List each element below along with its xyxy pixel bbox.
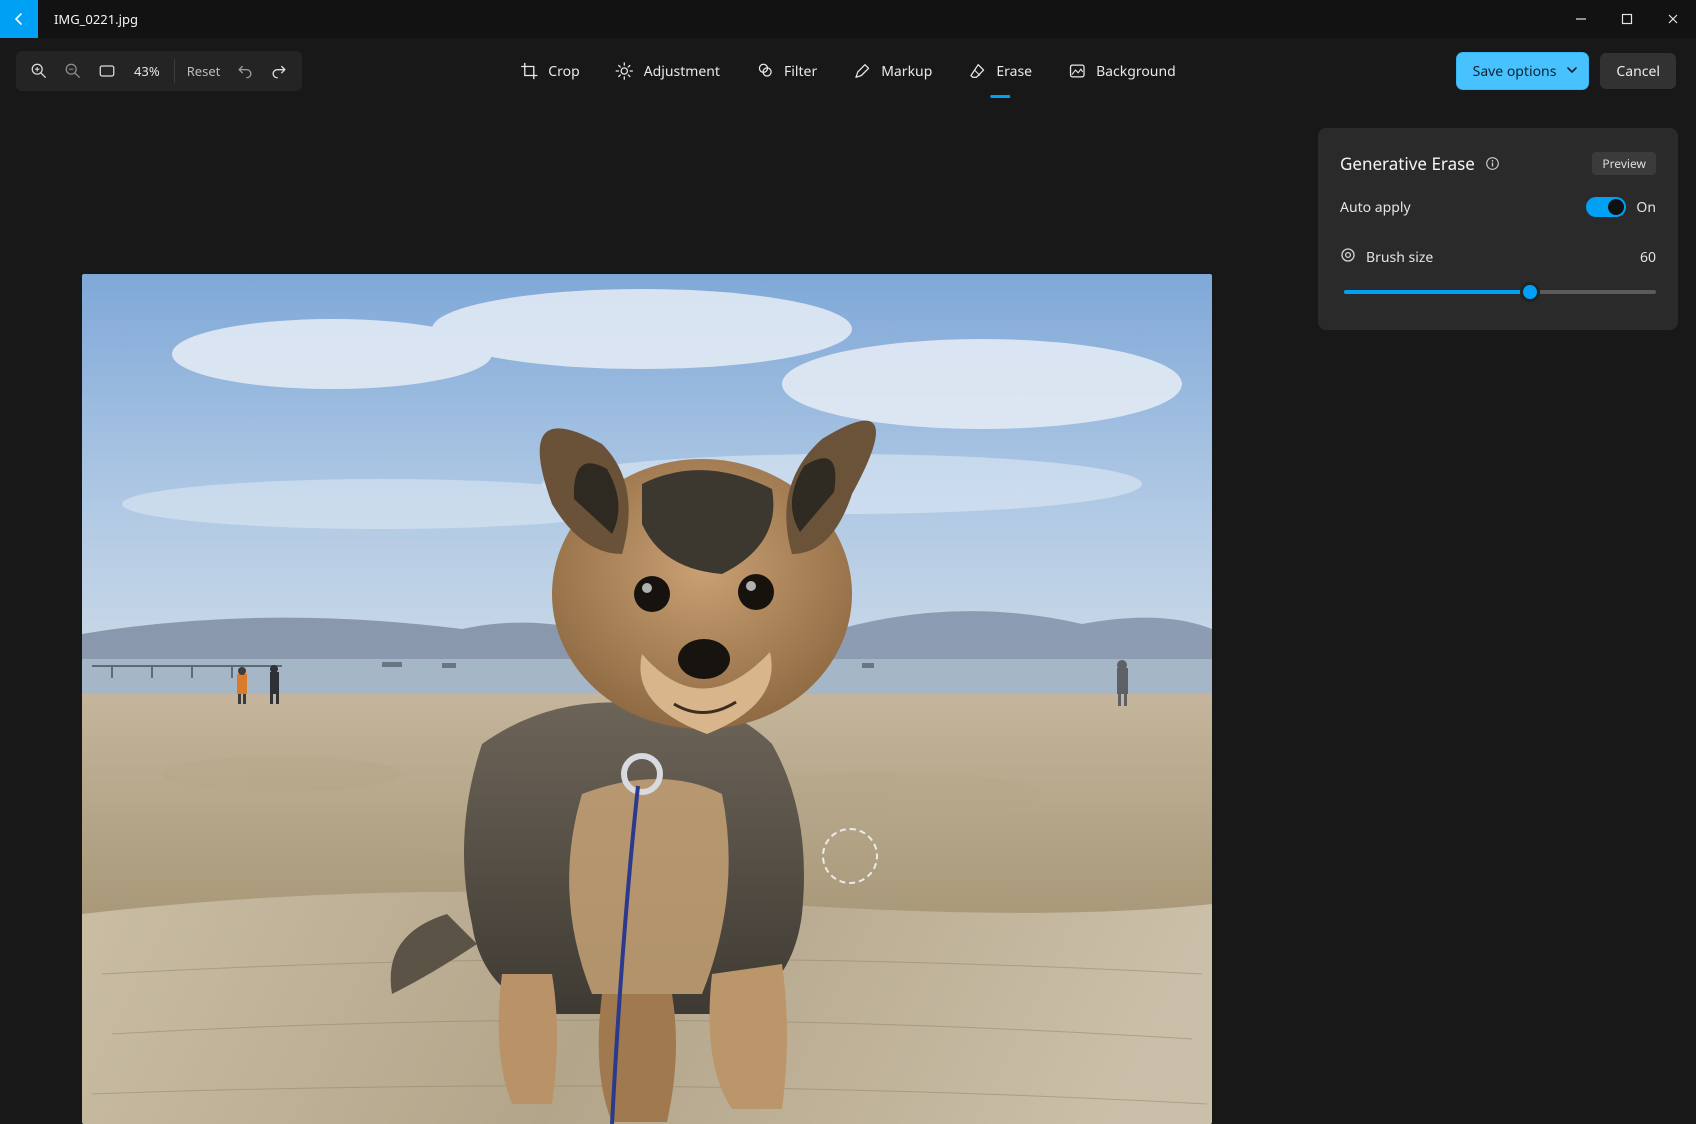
save-options-button[interactable]: Save options xyxy=(1457,53,1589,89)
auto-apply-toggle[interactable] xyxy=(1586,197,1626,217)
titlebar: IMG_0221.jpg xyxy=(0,0,1696,38)
auto-apply-state: On xyxy=(1636,198,1656,217)
toolbar-right: Save options Cancel xyxy=(1457,53,1676,89)
maximize-icon xyxy=(1621,13,1633,25)
close-icon xyxy=(1667,13,1679,25)
tab-filter[interactable]: Filter xyxy=(756,52,817,90)
slider-thumb[interactable] xyxy=(1523,285,1537,299)
window-controls xyxy=(1558,0,1696,38)
auto-apply-row: Auto apply On xyxy=(1340,197,1656,217)
canvas-area[interactable] xyxy=(82,274,1212,1124)
reset-button[interactable]: Reset xyxy=(179,54,229,88)
tab-adjustment[interactable]: Adjustment xyxy=(616,52,720,90)
brush-size-slider-row xyxy=(1340,282,1656,302)
tab-background[interactable]: Background xyxy=(1068,52,1176,90)
markup-icon xyxy=(853,62,871,80)
background-icon xyxy=(1068,62,1086,80)
fit-to-window-button[interactable] xyxy=(90,54,124,88)
tab-label: Filter xyxy=(784,62,817,81)
adjustment-icon xyxy=(616,62,634,80)
brush-size-label: Brush size xyxy=(1366,248,1433,267)
zoom-in-button[interactable] xyxy=(22,54,56,88)
tab-label: Crop xyxy=(548,62,579,81)
back-button[interactable] xyxy=(0,0,38,38)
zoom-out-button[interactable] xyxy=(56,54,90,88)
tab-label: Background xyxy=(1096,62,1176,81)
zoom-in-icon xyxy=(30,62,48,80)
tab-crop[interactable]: Crop xyxy=(520,52,579,90)
filter-icon xyxy=(756,62,774,80)
close-button[interactable] xyxy=(1650,0,1696,38)
arrow-left-icon xyxy=(11,11,27,27)
brush-size-slider[interactable] xyxy=(1344,282,1656,302)
undo-button[interactable] xyxy=(228,54,262,88)
auto-apply-label: Auto apply xyxy=(1340,198,1411,217)
info-icon[interactable] xyxy=(1485,156,1501,172)
undo-icon xyxy=(236,62,254,80)
panel-header: Generative Erase Preview xyxy=(1340,152,1656,175)
generative-erase-panel: Generative Erase Preview Auto apply On xyxy=(1318,128,1678,330)
minimize-icon xyxy=(1575,13,1587,25)
brush-size-icon xyxy=(1340,247,1356,268)
redo-icon xyxy=(270,62,288,80)
slider-fill xyxy=(1344,290,1530,294)
tab-label: Markup xyxy=(881,62,932,81)
chevron-down-icon xyxy=(1566,62,1578,81)
image-canvas[interactable] xyxy=(82,274,1212,1124)
edit-tool-tabs: Crop Adjustment xyxy=(520,52,1175,90)
side-panel: Generative Erase Preview Auto apply On xyxy=(1318,128,1678,1069)
erase-icon xyxy=(968,62,986,80)
zoom-out-icon xyxy=(64,62,82,80)
brush-size-value: 60 xyxy=(1640,248,1656,267)
zoom-controls: 43% Reset xyxy=(16,51,302,91)
minimize-button[interactable] xyxy=(1558,0,1604,38)
toolbar: 43% Reset Crop xyxy=(0,38,1696,104)
redo-button[interactable] xyxy=(262,54,296,88)
tab-label: Erase xyxy=(996,62,1032,81)
cancel-button[interactable]: Cancel xyxy=(1600,53,1676,89)
crop-icon xyxy=(520,62,538,80)
auto-apply-control: On xyxy=(1586,197,1656,217)
tab-erase[interactable]: Erase xyxy=(968,52,1032,90)
preview-badge: Preview xyxy=(1592,152,1656,175)
workspace: Generative Erase Preview Auto apply On xyxy=(0,104,1696,1069)
tab-label: Adjustment xyxy=(644,62,720,81)
titlebar-left: IMG_0221.jpg xyxy=(0,0,138,38)
tab-markup[interactable]: Markup xyxy=(853,52,932,90)
save-options-label: Save options xyxy=(1473,62,1557,81)
fit-to-window-icon xyxy=(98,62,116,80)
separator xyxy=(174,59,175,83)
maximize-button[interactable] xyxy=(1604,0,1650,38)
file-name: IMG_0221.jpg xyxy=(54,10,138,28)
panel-title: Generative Erase xyxy=(1340,152,1475,175)
brush-size-row: Brush size 60 xyxy=(1340,247,1656,268)
zoom-percent[interactable]: 43% xyxy=(134,62,160,80)
